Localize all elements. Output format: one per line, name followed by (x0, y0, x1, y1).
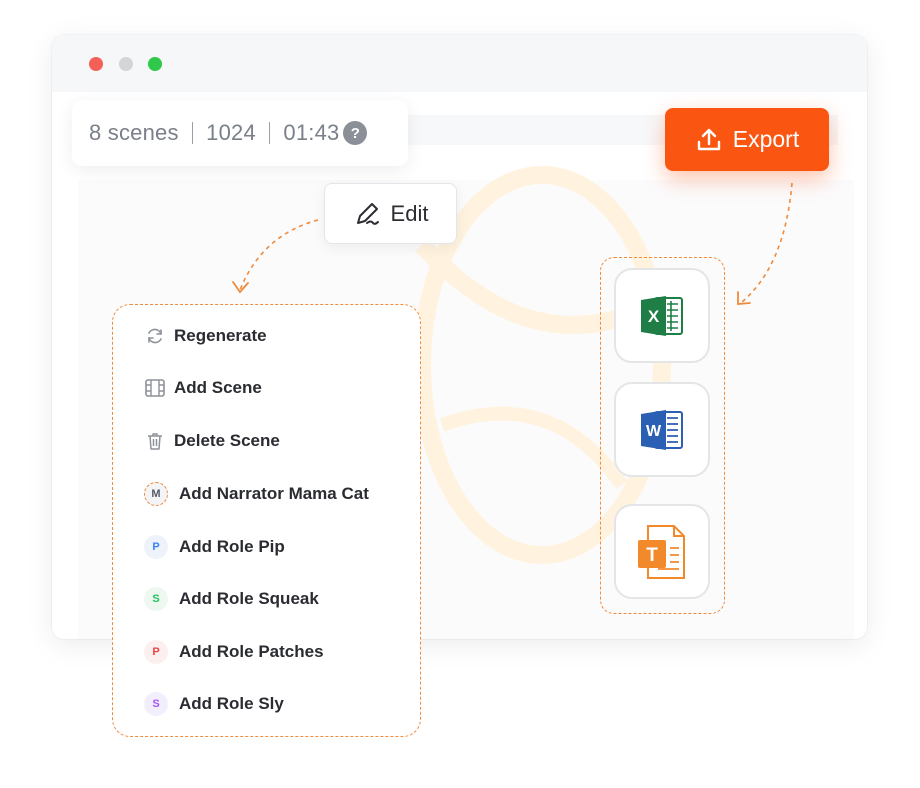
excel-icon: X (641, 295, 683, 336)
menu-item-label: Add Scene (174, 378, 262, 397)
upload-icon (697, 128, 720, 150)
word-icon: W (641, 409, 683, 450)
svg-text:T: T (646, 545, 658, 566)
film-icon (144, 377, 166, 399)
menu-item-add-role-sly[interactable]: S Add Role Sly (144, 692, 284, 716)
export-text-option[interactable]: T (614, 504, 710, 599)
menu-item-add-role-squeak[interactable]: S Add Role Squeak (144, 587, 319, 611)
edit-label: Edit (390, 200, 429, 226)
menu-item-label: Add Role Sly (179, 694, 284, 713)
pen-icon (356, 202, 379, 225)
menu-item-delete-scene[interactable]: Delete Scene (144, 430, 280, 452)
menu-item-add-role-pip[interactable]: P Add Role Pip (144, 535, 285, 559)
svg-text:W: W (646, 423, 662, 440)
menu-item-regenerate[interactable]: Regenerate (144, 325, 267, 347)
trash-icon (144, 430, 166, 452)
export-label: Export (732, 126, 800, 152)
edit-menu: Regenerate Add Scene Delete Scene M Add … (112, 304, 421, 737)
export-word-option[interactable]: W (614, 382, 710, 477)
word-count: 1024 (206, 120, 256, 145)
title-bar (52, 35, 867, 92)
role-avatar: P (144, 535, 168, 559)
menu-item-add-scene[interactable]: Add Scene (144, 377, 262, 399)
edit-button[interactable]: Edit (324, 183, 457, 244)
close-window-button[interactable] (89, 57, 103, 71)
menu-item-label: Add Narrator Mama Cat (179, 484, 369, 503)
text-icon: T (638, 524, 685, 579)
menu-item-label: Add Role Squeak (179, 589, 319, 608)
menu-item-label: Regenerate (174, 326, 267, 345)
role-avatar: P (144, 640, 168, 664)
svg-text:X: X (648, 307, 660, 326)
menu-item-add-narrator[interactable]: M Add Narrator Mama Cat (144, 482, 369, 506)
maximize-window-button[interactable] (148, 57, 162, 71)
menu-item-label: Add Role Patches (179, 642, 324, 661)
export-excel-option[interactable]: X (614, 268, 710, 363)
menu-item-label: Delete Scene (174, 431, 280, 450)
minimize-window-button[interactable] (119, 57, 133, 71)
role-avatar: S (144, 587, 168, 611)
narrator-avatar: M (144, 482, 168, 506)
divider (191, 122, 194, 144)
export-format-list: X W T (600, 257, 725, 614)
refresh-icon (144, 325, 166, 347)
divider (268, 122, 271, 144)
menu-item-label: Add Role Pip (179, 537, 285, 556)
stats-bar: 8 scenes 1024 01:43 ? (72, 100, 408, 166)
help-icon[interactable]: ? (343, 121, 368, 145)
menu-item-add-role-patches[interactable]: P Add Role Patches (144, 640, 324, 664)
duration: 01:43 (283, 120, 340, 145)
role-avatar: S (144, 692, 168, 716)
export-button[interactable]: Export (665, 108, 829, 171)
scene-count: 8 scenes (89, 120, 179, 145)
